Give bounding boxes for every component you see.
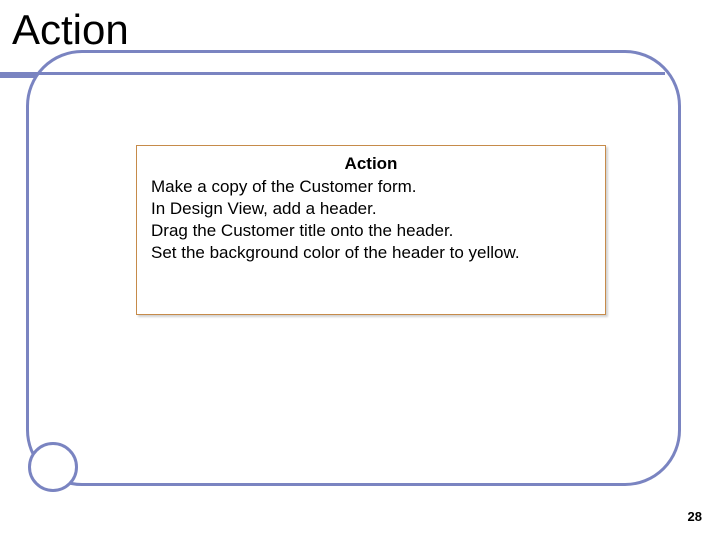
action-line: Set the background color of the header t…	[151, 242, 591, 264]
action-line: Make a copy of the Customer form.	[151, 176, 591, 198]
action-line: In Design View, add a header.	[151, 198, 591, 220]
corner-circle-icon	[28, 442, 78, 492]
page-number: 28	[688, 509, 702, 524]
slide: Action Action Make a copy of the Custome…	[0, 0, 720, 540]
slide-title: Action	[12, 6, 129, 54]
title-underline	[5, 72, 665, 75]
action-line: Drag the Customer title onto the header.	[151, 220, 591, 242]
action-box-heading: Action	[151, 154, 591, 174]
action-box: Action Make a copy of the Customer form.…	[136, 145, 606, 315]
